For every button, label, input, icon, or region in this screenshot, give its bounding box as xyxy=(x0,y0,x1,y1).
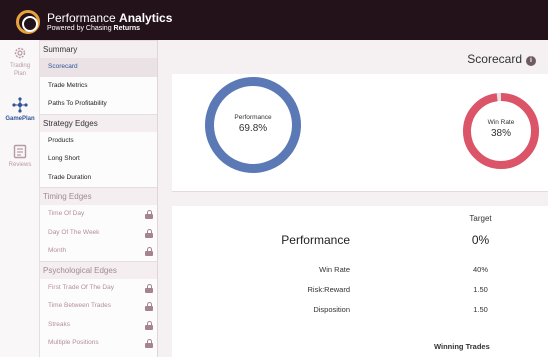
menu-item-streaks[interactable]: Streaks xyxy=(40,316,157,335)
page-title-text: Scorecard xyxy=(467,52,522,66)
headline-label: Performance xyxy=(281,233,350,247)
table-row: Win Rate 40% xyxy=(172,265,548,279)
win-rate-gauge: Win Rate 38% xyxy=(462,92,540,170)
menu-item-time-between-trades-label: Time Between Trades xyxy=(48,302,111,309)
menu-item-time-of-day-label: Time Of Day xyxy=(48,210,85,217)
info-icon[interactable]: i xyxy=(526,56,536,66)
lock-icon xyxy=(145,283,153,293)
win-rate-gauge-label: Win Rate xyxy=(487,119,515,126)
table-row: Disposition 1.50 xyxy=(172,305,548,319)
row-label: Win Rate xyxy=(319,265,350,274)
target-card: Target Performance 0% Win Rate 40% Risk:… xyxy=(172,206,548,357)
app-subtitle: Powered by Chasing Returns xyxy=(47,25,140,32)
rail-trading-plan-label-1: Trading xyxy=(9,63,31,69)
target-header: Target xyxy=(469,214,492,223)
page-title: Scorecard i xyxy=(467,52,536,66)
performance-gauge-value: 69.8% xyxy=(238,123,268,134)
app-subtitle-bold: Returns xyxy=(113,25,140,32)
rail-gameplan-label: GamePlan xyxy=(5,116,35,122)
lock-icon xyxy=(145,302,153,311)
menu-item-time-between-trades[interactable]: Time Between Trades xyxy=(40,297,157,316)
row-label: Disposition xyxy=(313,305,350,314)
section-summary: Summary xyxy=(40,40,157,58)
section-psychological-edges: Psychological Edges xyxy=(40,260,157,279)
app-subtitle-light: Powered by Chasing xyxy=(47,25,114,32)
app-header: Performance Analytics Powered by Chasing… xyxy=(0,0,548,40)
network-icon xyxy=(12,97,28,113)
lock-icon xyxy=(145,339,153,348)
menu-item-day-of-week[interactable]: Day Of The Week xyxy=(40,224,157,243)
row-value: 1.50 xyxy=(473,305,488,314)
table-row: Risk:Reward 1.50 xyxy=(172,285,548,299)
logo-icon xyxy=(16,10,40,34)
app-title-light: Performance xyxy=(47,11,120,25)
section-timing-edges: Timing Edges xyxy=(40,187,157,205)
app-title-bold: Analytics xyxy=(119,11,173,25)
rail-reviews-label: Reviews xyxy=(8,162,32,168)
win-rate-gauge-value: 38% xyxy=(490,128,511,139)
menu-item-trade-metrics[interactable]: Trade Metrics xyxy=(40,77,157,96)
gauges-card: Performance 69.8% Win Rate 38% xyxy=(172,74,548,192)
app-title: Performance Analytics xyxy=(47,11,172,25)
performance-gauge-label: Performance xyxy=(234,114,272,121)
lock-icon xyxy=(145,210,153,219)
rail-trading-plan[interactable]: Trading Plan xyxy=(0,46,40,78)
menu-item-scorecard[interactable]: Scorecard xyxy=(40,58,157,77)
menu-item-products[interactable]: Products xyxy=(40,132,157,151)
menu-item-paths-to-profitability[interactable]: Paths To Profitability xyxy=(40,95,157,114)
winning-trades-heading: Winning Trades xyxy=(434,342,490,351)
lock-icon xyxy=(145,247,153,256)
icon-rail: Trading Plan GamePlan Reviews xyxy=(0,40,40,357)
lock-icon xyxy=(145,228,153,238)
menu-item-multiple-positions[interactable]: Multiple Positions xyxy=(40,334,157,353)
lock-icon xyxy=(145,320,153,330)
row-value: 40% xyxy=(472,265,488,274)
menu-item-month-label: Month xyxy=(48,247,67,254)
menu-item-time-of-day[interactable]: Time Of Day xyxy=(40,205,157,224)
gear-icon xyxy=(14,47,26,59)
rail-reviews[interactable]: Reviews xyxy=(0,144,40,169)
menu-item-first-trade[interactable]: First Trade Of The Day xyxy=(40,279,157,298)
menu-item-long-short[interactable]: Long Short xyxy=(40,150,157,169)
headline-value: 0% xyxy=(471,233,490,247)
section-strategy-edges: Strategy Edges xyxy=(40,113,157,132)
row-value: 1.50 xyxy=(473,285,488,294)
menu-item-first-trade-label: First Trade Of The Day xyxy=(48,283,114,291)
rail-gameplan[interactable]: GamePlan xyxy=(0,97,40,123)
menu-item-multiple-positions-label: Multiple Positions xyxy=(48,339,99,346)
rail-trading-plan-label-2: Plan xyxy=(13,71,26,77)
clipboard-icon xyxy=(13,144,27,159)
menu-item-trade-duration[interactable]: Trade Duration xyxy=(40,169,157,188)
menu-item-streaks-label: Streaks xyxy=(48,320,71,328)
menu-item-month[interactable]: Month xyxy=(40,242,157,261)
performance-gauge: Performance 69.8% xyxy=(204,76,302,174)
main-content: Scorecard i Performance 69.8% Win Rate 38… xyxy=(158,40,548,357)
row-label: Risk:Reward xyxy=(307,285,350,294)
menu-item-day-of-week-label: Day Of The Week xyxy=(48,228,100,236)
nav-menu: Summary Scorecard Trade Metrics Paths To… xyxy=(40,40,158,357)
